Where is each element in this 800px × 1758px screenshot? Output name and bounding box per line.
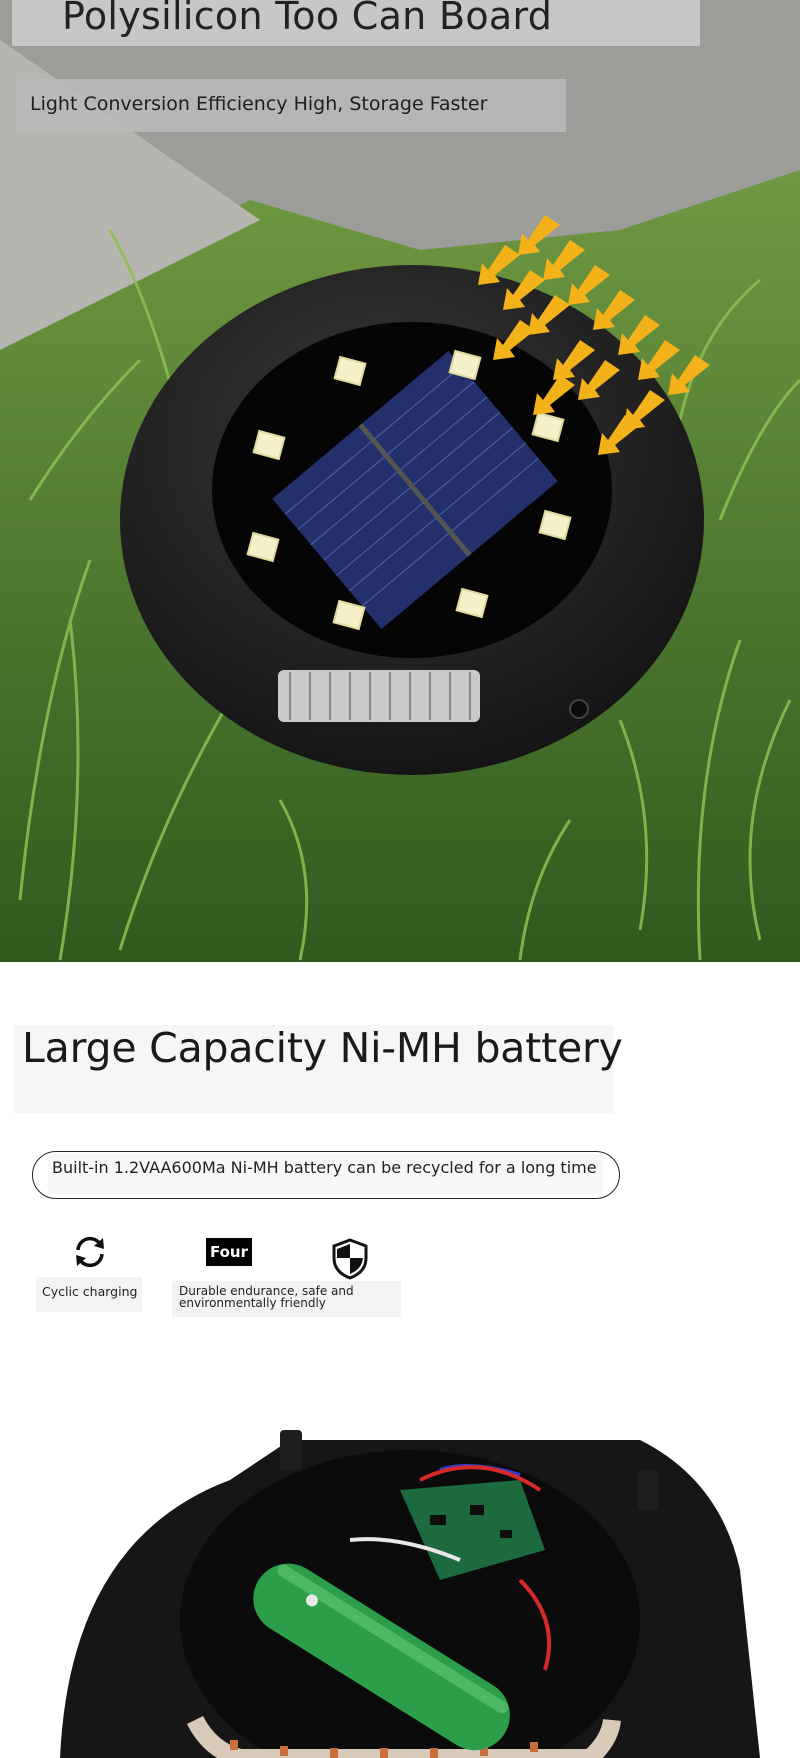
screw-hole — [569, 699, 589, 719]
battery-interior-illustration — [60, 1430, 760, 1758]
four-badge-icon: Four — [206, 1238, 252, 1266]
feature-label-cyclic: Cyclic charging — [42, 1284, 138, 1299]
mounting-post — [638, 1470, 658, 1510]
battery-interior-photo — [0, 1420, 800, 1758]
mounting-post — [280, 1430, 302, 1470]
battery-heading: Large Capacity Ni-MH battery — [22, 1024, 623, 1072]
shield-icon — [332, 1238, 368, 1280]
battery-description: Built-in 1.2VAA600Ma Ni-MH battery can b… — [52, 1158, 597, 1177]
feature-label-durable: Durable endurance, safe and environmenta… — [179, 1284, 354, 1310]
solar-light-photo: Polysilicon Too Can Board Light Conversi… — [0, 0, 800, 962]
solar-light-illustration — [0, 0, 800, 962]
page-subtitle: Light Conversion Efficiency High, Storag… — [30, 93, 488, 115]
cycle-arrows-icon — [76, 1236, 104, 1268]
page-title: Polysilicon Too Can Board — [62, 0, 553, 38]
